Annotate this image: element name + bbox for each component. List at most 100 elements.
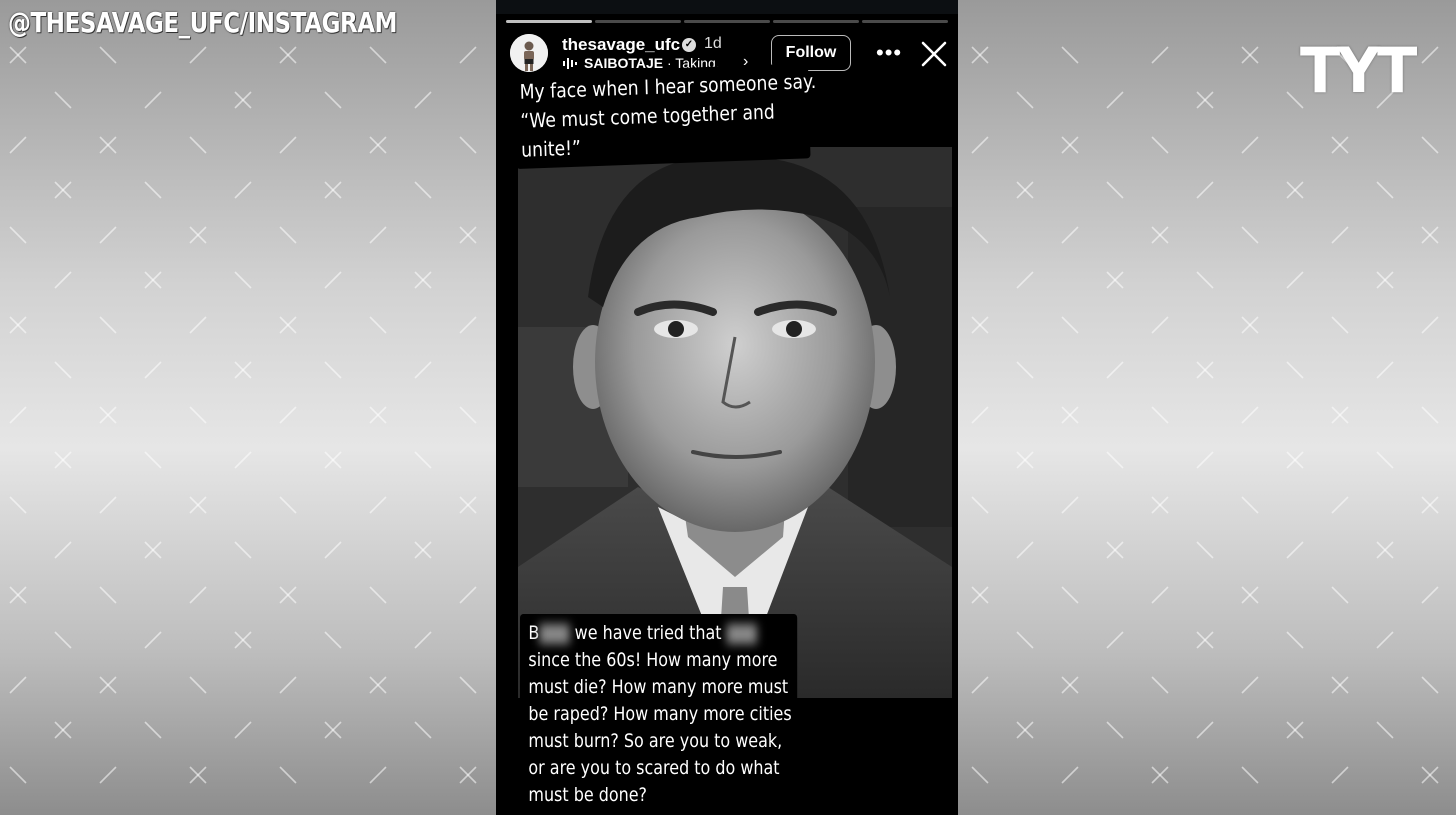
- pattern-mark: [459, 46, 477, 64]
- pattern-mark: [9, 766, 27, 784]
- status-area: [496, 0, 958, 14]
- pattern-mark: [1241, 136, 1259, 154]
- pattern-mark: [1241, 496, 1259, 514]
- pattern-mark: [1151, 586, 1169, 604]
- pattern-mark: [9, 226, 27, 244]
- pattern-mark: [1286, 541, 1304, 559]
- pattern-mark: [971, 496, 989, 514]
- pattern-mark: [1421, 676, 1439, 694]
- pattern-mark: [1286, 271, 1304, 289]
- pattern-mark: [1241, 766, 1259, 784]
- pattern-mark: [1151, 676, 1169, 694]
- caption-line: be raped? How many more cities: [528, 703, 792, 725]
- pattern-mark: [234, 451, 252, 469]
- pattern-mark: [1016, 271, 1034, 289]
- pattern-mark: [1331, 586, 1349, 604]
- pattern-mark: [1376, 361, 1394, 379]
- pattern-mark: [414, 721, 432, 739]
- pattern-mark: [189, 406, 207, 424]
- pattern-mark: [1421, 586, 1439, 604]
- pattern-mark: [234, 271, 252, 289]
- pattern-mark: [234, 541, 252, 559]
- pattern-mark: [279, 496, 297, 514]
- pattern-mark: [1061, 226, 1079, 244]
- pattern-mark: [1196, 541, 1214, 559]
- progress-segment: [506, 20, 592, 23]
- pattern-mark: [1331, 766, 1349, 784]
- instagram-story[interactable]: thesavage_ufc ✓ 1d SAIBOTAJE · Taking...…: [496, 0, 958, 815]
- story-time: 1d: [704, 35, 722, 52]
- pattern-mark: [1196, 181, 1214, 199]
- pattern-mark: [369, 316, 387, 334]
- pattern-mark: [54, 631, 72, 649]
- pattern-mark: [144, 91, 162, 109]
- pattern-mark: [1106, 451, 1124, 469]
- caption-fragment: we have tried that: [569, 622, 727, 644]
- story-text-top: My face when I hear someone say. “We mus…: [514, 63, 816, 169]
- pattern-mark: [9, 406, 27, 424]
- pattern-mark: [99, 316, 117, 334]
- pattern-mark: [1016, 541, 1034, 559]
- pattern-mark: [324, 541, 342, 559]
- caption-line: must die? How many more must: [528, 676, 789, 698]
- pattern-mark: [1241, 676, 1259, 694]
- progress-segment: [773, 20, 859, 23]
- close-icon[interactable]: [920, 40, 948, 68]
- pattern-mark: [234, 721, 252, 739]
- pattern-mark: [1061, 316, 1079, 334]
- pattern-mark: [1106, 361, 1124, 379]
- pattern-mark: [1061, 46, 1079, 64]
- pattern-mark: [369, 226, 387, 244]
- pattern-mark: [414, 451, 432, 469]
- pattern-mark: [99, 226, 117, 244]
- pattern-mark: [1286, 631, 1304, 649]
- pattern-mark: [279, 676, 297, 694]
- pattern-mark: [54, 361, 72, 379]
- pattern-mark: [324, 91, 342, 109]
- avatar[interactable]: [510, 34, 548, 72]
- story-username[interactable]: thesavage_ufc: [562, 35, 680, 55]
- pattern-mark: [1376, 451, 1394, 469]
- pattern-mark: [414, 361, 432, 379]
- pattern-mark: [459, 136, 477, 154]
- pattern-mark: [279, 406, 297, 424]
- caption-line: must be done?: [528, 784, 648, 806]
- pattern-mark: [1196, 271, 1214, 289]
- pattern-mark: [971, 676, 989, 694]
- pattern-mark: [144, 631, 162, 649]
- verified-badge-icon: ✓: [682, 38, 696, 52]
- source-watermark: @THESAVAGE_UFC/INSTAGRAM: [8, 6, 398, 39]
- pattern-mark: [1421, 316, 1439, 334]
- tyt-logo: TYT: [1300, 34, 1417, 107]
- pattern-mark: [279, 136, 297, 154]
- progress-segment: [862, 20, 948, 23]
- pattern-mark: [459, 316, 477, 334]
- pattern-mark: [54, 541, 72, 559]
- pattern-mark: [99, 766, 117, 784]
- pattern-mark: [1016, 361, 1034, 379]
- pattern-mark: [144, 181, 162, 199]
- pattern-mark: [1151, 46, 1169, 64]
- caption-line: since the 60s! How many more: [528, 649, 778, 671]
- pattern-mark: [144, 361, 162, 379]
- pattern-mark: [279, 766, 297, 784]
- caption-line: must burn? So are you to weak,: [528, 730, 783, 752]
- pattern-mark: [1241, 406, 1259, 424]
- censor-blur: [726, 623, 757, 644]
- pattern-mark: [1151, 136, 1169, 154]
- pattern-mark: [99, 46, 117, 64]
- pattern-mark: [459, 406, 477, 424]
- pattern-mark: [1106, 721, 1124, 739]
- pattern-mark: [369, 496, 387, 514]
- more-horizontal-icon[interactable]: •••: [876, 40, 902, 66]
- pattern-mark: [9, 676, 27, 694]
- pattern-mark: [971, 406, 989, 424]
- pattern-mark: [1241, 226, 1259, 244]
- pattern-mark: [54, 271, 72, 289]
- pattern-mark: [459, 676, 477, 694]
- pattern-mark: [279, 226, 297, 244]
- pattern-mark: [189, 46, 207, 64]
- pattern-mark: [1421, 46, 1439, 64]
- caption-line: or are you to scared to do what: [528, 757, 780, 779]
- pattern-mark: [1421, 406, 1439, 424]
